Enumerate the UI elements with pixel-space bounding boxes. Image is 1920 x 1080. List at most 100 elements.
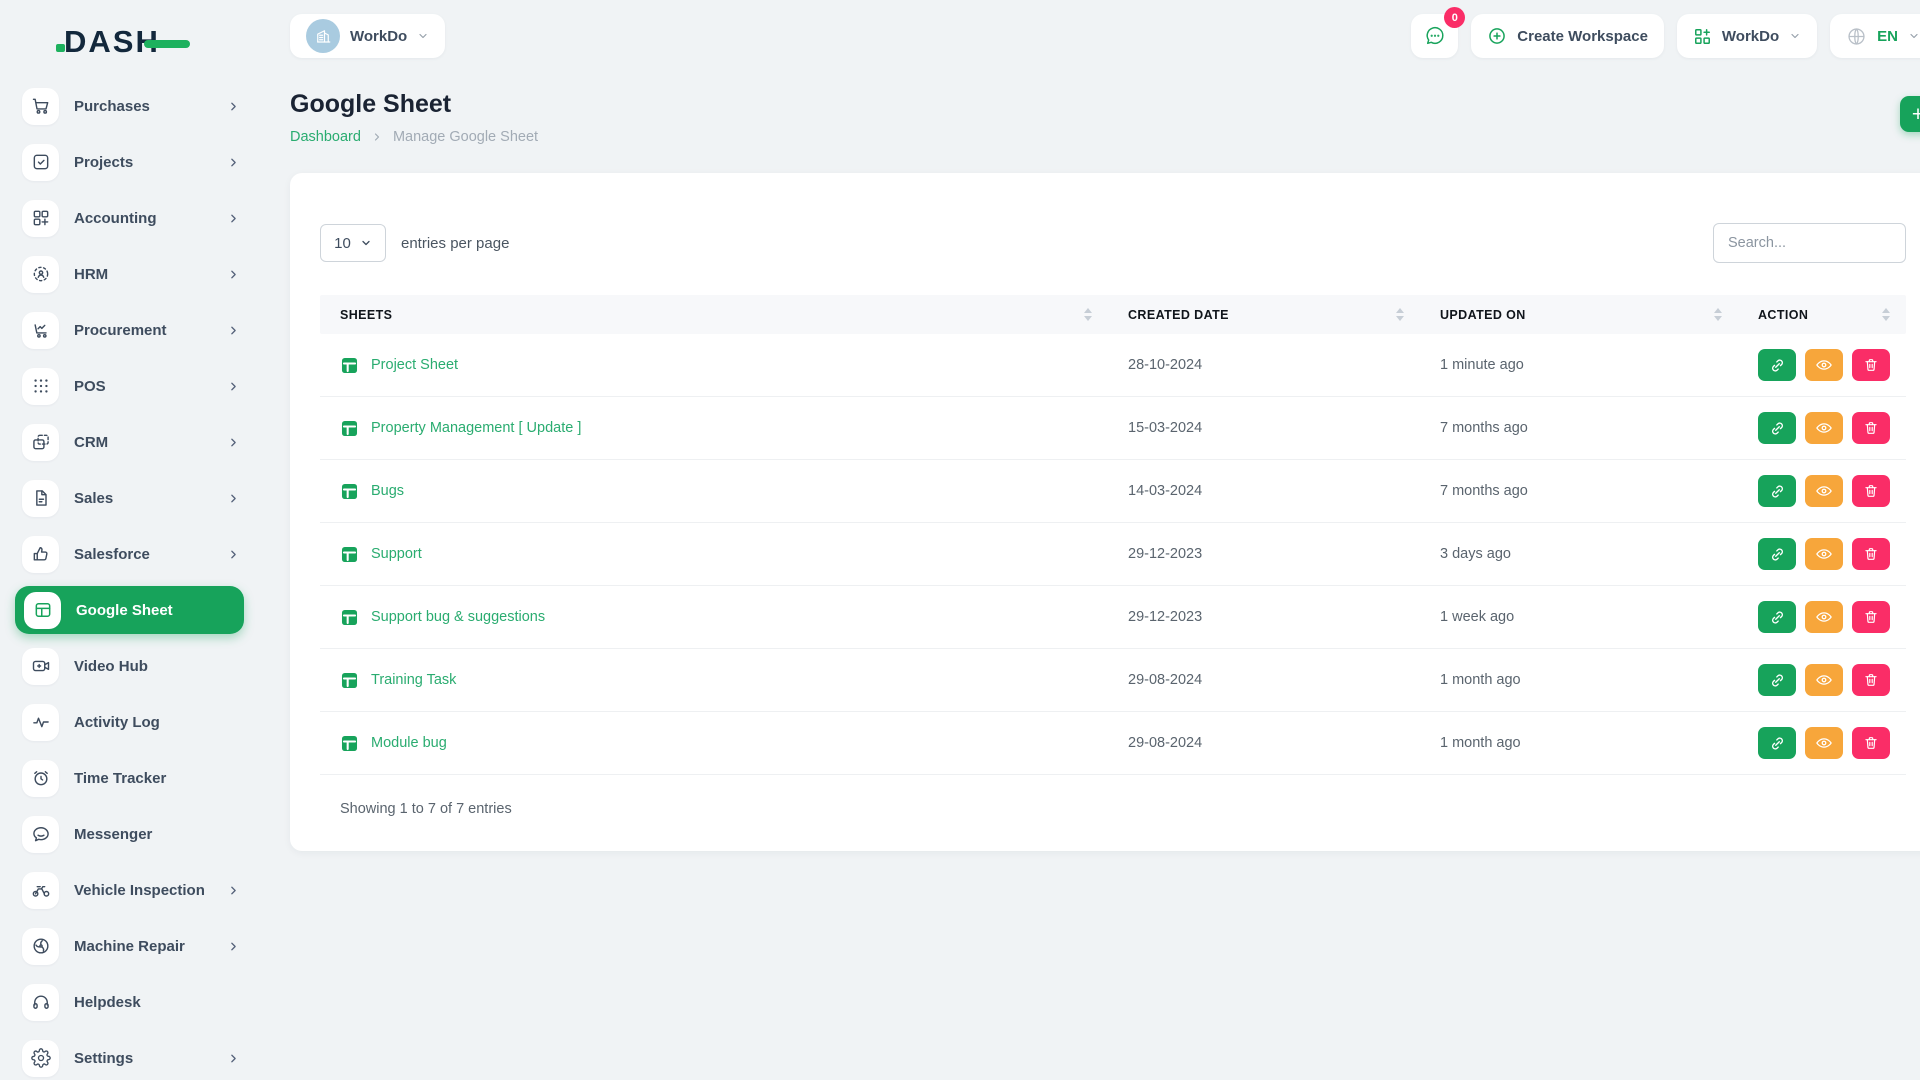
workspace-selector[interactable]: WorkDo (290, 14, 445, 58)
sheets-card: 10 entries per page SHEETS CREATED DATE … (290, 173, 1920, 851)
sidebar-item-helpdesk[interactable]: Helpdesk (0, 974, 262, 1030)
chevron-down-icon (417, 30, 429, 42)
view-button[interactable] (1805, 727, 1843, 759)
sidebar-item-label: Google Sheet (76, 602, 226, 619)
open-link-button[interactable] (1758, 727, 1796, 759)
sheet-name-link[interactable]: Property Management [ Update ] (371, 420, 581, 436)
page-title: Google Sheet (290, 90, 538, 119)
gear-icon (22, 1040, 59, 1077)
sidebar-item-hrm[interactable]: HRM (0, 246, 262, 302)
sheet-name-link[interactable]: Project Sheet (371, 357, 458, 373)
view-button[interactable] (1805, 664, 1843, 696)
delete-button[interactable] (1852, 538, 1890, 570)
chevron-down-icon (1908, 30, 1920, 42)
activity-icon (22, 704, 59, 741)
sidebar-item-label: Activity Log (74, 714, 240, 731)
messages-badge: 0 (1444, 7, 1465, 28)
sidebar-item-sales[interactable]: Sales (0, 470, 262, 526)
sidebar-item-pos[interactable]: POS (0, 358, 262, 414)
chevron-right-icon (371, 131, 383, 143)
sheet-name-link[interactable]: Support bug & suggestions (371, 609, 545, 625)
globe-icon (1846, 26, 1867, 47)
sidebar-item-video-hub[interactable]: Video Hub (0, 638, 262, 694)
table-controls: 10 entries per page (320, 223, 1906, 263)
sidebar-item-label: Helpdesk (74, 994, 240, 1011)
language-selector[interactable]: EN (1830, 14, 1920, 58)
delete-button[interactable] (1852, 349, 1890, 381)
messages-button[interactable]: 0 (1411, 14, 1458, 58)
sheet-icon (340, 356, 359, 375)
sidebar-item-label: Salesforce (74, 546, 227, 563)
sheet-name-link[interactable]: Support (371, 546, 422, 562)
search-input[interactable] (1713, 223, 1906, 263)
created-date-cell: 29-12-2023 (1108, 609, 1420, 625)
sidebar-item-google-sheet[interactable]: Google Sheet (15, 586, 244, 634)
table-row: Support bug & suggestions 29-12-2023 1 w… (320, 586, 1906, 649)
open-link-button[interactable] (1758, 412, 1796, 444)
column-header-sheets[interactable]: SHEETS (320, 308, 1108, 322)
create-workspace-button[interactable]: Create Workspace (1471, 14, 1664, 58)
devices-icon (22, 424, 59, 461)
open-link-button[interactable] (1758, 538, 1796, 570)
breadcrumb-dashboard-link[interactable]: Dashboard (290, 129, 361, 145)
sidebar-item-projects[interactable]: Projects (0, 134, 262, 190)
open-link-button[interactable] (1758, 601, 1796, 633)
view-button[interactable] (1805, 475, 1843, 507)
sidebar-item-machine-repair[interactable]: Machine Repair (0, 918, 262, 974)
column-header-created-date[interactable]: CREATED DATE (1108, 308, 1420, 322)
chat-bubble-icon (22, 816, 59, 853)
entries-per-page-select[interactable]: 10 (320, 224, 386, 262)
chevron-right-icon (227, 380, 240, 393)
sort-icon (1396, 308, 1404, 321)
updated-on-cell: 3 days ago (1420, 546, 1738, 562)
sidebar-item-vehicle-inspection[interactable]: Vehicle Inspection (0, 862, 262, 918)
chevron-right-icon (227, 324, 240, 337)
sidebar-item-crm[interactable]: CRM (0, 414, 262, 470)
open-link-button[interactable] (1758, 475, 1796, 507)
delete-button[interactable] (1852, 727, 1890, 759)
sort-icon (1882, 308, 1890, 321)
delete-button[interactable] (1852, 664, 1890, 696)
workspace-menu-label: WorkDo (1722, 28, 1779, 45)
sidebar-item-label: Messenger (74, 826, 240, 843)
chevron-down-icon (1789, 30, 1801, 42)
app-logo[interactable]: DASH (0, 18, 262, 66)
open-link-button[interactable] (1758, 349, 1796, 381)
sidebar-item-salesforce[interactable]: Salesforce (0, 526, 262, 582)
sidebar-item-label: Accounting (74, 210, 227, 227)
sidebar-item-activity-log[interactable]: Activity Log (0, 694, 262, 750)
alarm-icon (22, 760, 59, 797)
chevron-right-icon (227, 884, 240, 897)
sidebar-item-messenger[interactable]: Messenger (0, 806, 262, 862)
chat-icon (1424, 25, 1446, 47)
sheet-icon (340, 482, 359, 501)
workspace-menu-button[interactable]: WorkDo (1677, 14, 1817, 58)
created-date-cell: 29-12-2023 (1108, 546, 1420, 562)
delete-button[interactable] (1852, 601, 1890, 633)
create-sheet-button[interactable]: + (1900, 96, 1920, 132)
delete-button[interactable] (1852, 412, 1890, 444)
column-header-action[interactable]: ACTION (1738, 308, 1906, 322)
sheet-name-link[interactable]: Module bug (371, 735, 447, 751)
chevron-right-icon (227, 548, 240, 561)
create-workspace-label: Create Workspace (1517, 28, 1648, 45)
sidebar-item-label: Machine Repair (74, 938, 227, 955)
view-button[interactable] (1805, 349, 1843, 381)
updated-on-cell: 7 months ago (1420, 420, 1738, 436)
column-header-updated-on[interactable]: UPDATED ON (1420, 308, 1738, 322)
sidebar-item-procurement[interactable]: Procurement (0, 302, 262, 358)
open-link-button[interactable] (1758, 664, 1796, 696)
sidebar-item-purchases[interactable]: Purchases (0, 78, 262, 134)
view-button[interactable] (1805, 538, 1843, 570)
view-button[interactable] (1805, 412, 1843, 444)
sidebar-item-settings[interactable]: Settings (0, 1030, 262, 1080)
sidebar-item-label: POS (74, 378, 227, 395)
chevron-right-icon (227, 212, 240, 225)
view-button[interactable] (1805, 601, 1843, 633)
sidebar-item-time-tracker[interactable]: Time Tracker (0, 750, 262, 806)
sheet-name-link[interactable]: Bugs (371, 483, 404, 499)
table-row: Property Management [ Update ] 15-03-202… (320, 397, 1906, 460)
sidebar-item-accounting[interactable]: Accounting (0, 190, 262, 246)
sheet-name-link[interactable]: Training Task (371, 672, 456, 688)
delete-button[interactable] (1852, 475, 1890, 507)
